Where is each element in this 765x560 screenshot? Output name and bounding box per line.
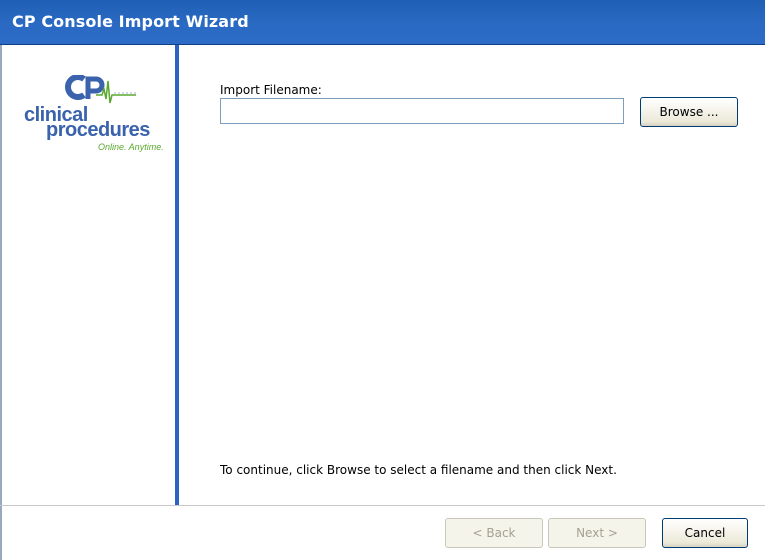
title-bar: CP Console Import Wizard	[0, 0, 765, 45]
wizard-content: clinical procedures Online. Anytime. Imp…	[0, 45, 765, 505]
window-left-border	[0, 45, 2, 505]
wizard-footer: < Back Next > Cancel	[0, 505, 765, 560]
logo-line-procedures: procedures	[46, 119, 150, 141]
instruction-text: To continue, click Browse to select a fi…	[220, 463, 617, 477]
back-button[interactable]: < Back	[445, 518, 543, 548]
window-title: CP Console Import Wizard	[12, 12, 249, 31]
logo-tagline: Online. Anytime.	[98, 142, 164, 152]
window-left-border-footer	[0, 506, 2, 560]
sidebar: clinical procedures Online. Anytime.	[0, 45, 175, 505]
import-filename-input[interactable]	[220, 98, 624, 124]
clinical-procedures-logo: clinical procedures Online. Anytime.	[18, 75, 168, 155]
sidebar-divider	[175, 45, 179, 505]
next-button[interactable]: Next >	[548, 518, 646, 548]
cancel-button[interactable]: Cancel	[662, 518, 748, 548]
import-filename-label: Import Filename:	[220, 83, 322, 97]
browse-button[interactable]: Browse ...	[640, 97, 738, 127]
